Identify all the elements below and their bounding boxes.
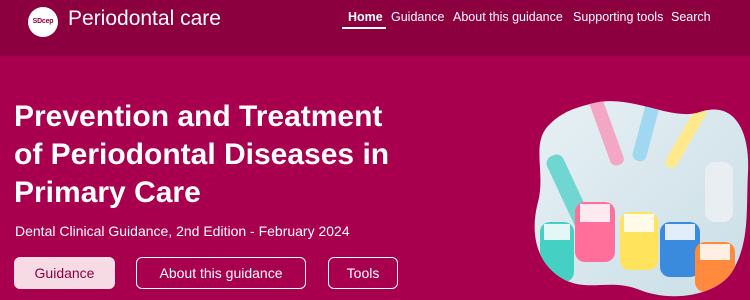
- page-title: Prevention and Treatment of Periodontal …: [14, 98, 484, 212]
- page-title-line-1: Prevention and Treatment: [14, 100, 383, 133]
- nav-home[interactable]: Home: [348, 8, 383, 26]
- nav-guidance[interactable]: Guidance: [391, 8, 445, 26]
- nav-about-this-guidance[interactable]: About this guidance: [453, 8, 563, 26]
- toothbrushes-image: [534, 101, 749, 297]
- page-title-line-2: of Periodontal Diseases in: [14, 138, 390, 171]
- nav-supporting-tools[interactable]: Supporting tools: [573, 8, 663, 26]
- nav-search[interactable]: Search: [671, 8, 711, 26]
- page-title-line-3: Primary Care: [14, 176, 201, 209]
- about-this-guidance-button[interactable]: About this guidance: [136, 257, 306, 289]
- page-subtitle: Dental Clinical Guidance, 2nd Edition - …: [15, 223, 350, 239]
- guidance-button[interactable]: Guidance: [14, 257, 115, 289]
- site-title[interactable]: Periodontal care: [68, 5, 221, 33]
- active-nav-underline: [342, 27, 386, 29]
- sdcep-logo[interactable]: SDcep: [28, 7, 58, 37]
- tools-button[interactable]: Tools: [328, 257, 398, 289]
- logo-text: SDcep: [32, 18, 54, 25]
- top-navigation-bar: SDcep Periodontal care Home Guidance Abo…: [0, 0, 750, 56]
